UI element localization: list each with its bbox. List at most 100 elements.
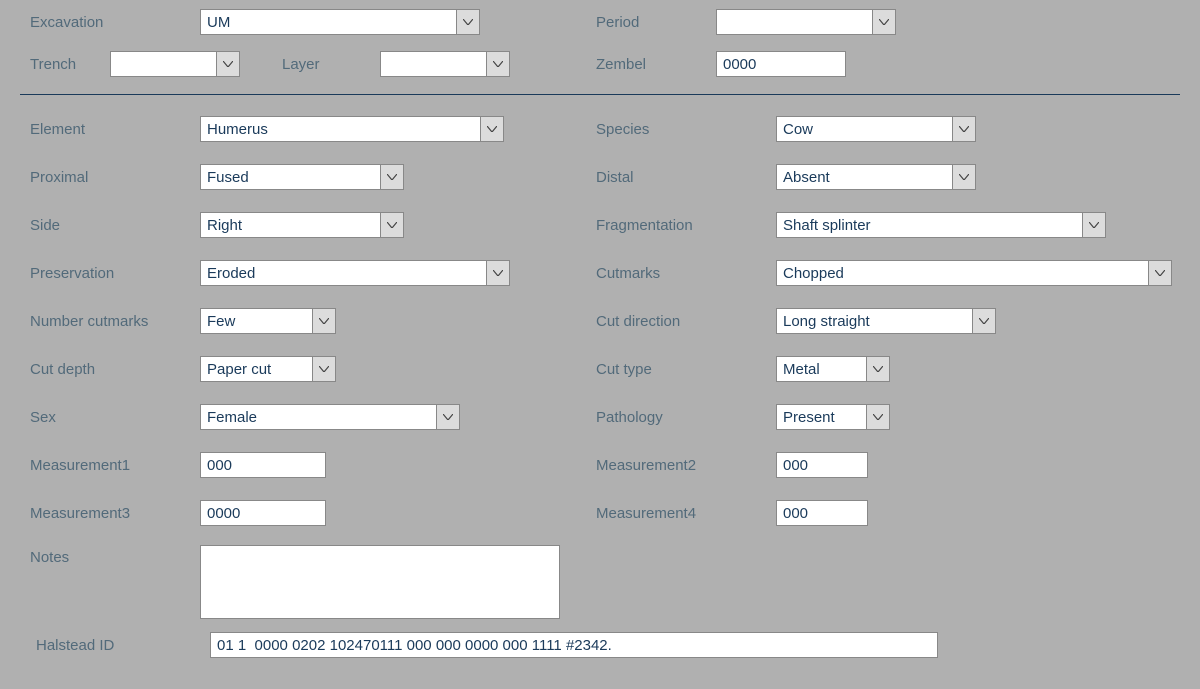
sex-label: Sex	[0, 409, 200, 426]
number-cutmarks-input[interactable]	[200, 308, 312, 334]
zembel-input[interactable]	[716, 51, 846, 77]
fragmentation-label: Fragmentation	[596, 217, 776, 234]
trench-select[interactable]	[110, 51, 240, 77]
cut-type-input[interactable]	[776, 356, 866, 382]
chevron-down-icon	[959, 174, 969, 180]
chevron-down-icon	[959, 126, 969, 132]
chevron-down-icon	[387, 222, 397, 228]
layer-input[interactable]	[380, 51, 486, 77]
element-select[interactable]	[200, 116, 504, 142]
measurement3-label: Measurement3	[0, 505, 200, 522]
trench-input[interactable]	[110, 51, 216, 77]
sex-input[interactable]	[200, 404, 436, 430]
element-dropdown-button[interactable]	[480, 116, 504, 142]
zembel-label: Zembel	[596, 56, 716, 73]
chevron-down-icon	[1155, 270, 1165, 276]
halstead-id-label: Halstead ID	[0, 637, 210, 654]
proximal-input[interactable]	[200, 164, 380, 190]
halstead-id-input[interactable]	[210, 632, 938, 658]
excavation-select[interactable]	[200, 9, 480, 35]
cutmarks-select[interactable]	[776, 260, 1172, 286]
measurement4-label: Measurement4	[596, 505, 776, 522]
proximal-label: Proximal	[0, 169, 200, 186]
distal-select[interactable]	[776, 164, 976, 190]
chevron-down-icon	[1089, 222, 1099, 228]
period-dropdown-button[interactable]	[872, 9, 896, 35]
number-cutmarks-select[interactable]	[200, 308, 336, 334]
period-input[interactable]	[716, 9, 872, 35]
chevron-down-icon	[463, 19, 473, 25]
sex-select[interactable]	[200, 404, 460, 430]
chevron-down-icon	[223, 61, 233, 67]
layer-dropdown-button[interactable]	[486, 51, 510, 77]
distal-input[interactable]	[776, 164, 952, 190]
side-label: Side	[0, 217, 200, 234]
distal-dropdown-button[interactable]	[952, 164, 976, 190]
chevron-down-icon	[873, 366, 883, 372]
measurement3-input[interactable]	[200, 500, 326, 526]
preservation-dropdown-button[interactable]	[486, 260, 510, 286]
element-label: Element	[0, 121, 200, 138]
number-cutmarks-dropdown-button[interactable]	[312, 308, 336, 334]
chevron-down-icon	[319, 366, 329, 372]
species-input[interactable]	[776, 116, 952, 142]
cut-type-dropdown-button[interactable]	[866, 356, 890, 382]
chevron-down-icon	[487, 126, 497, 132]
chevron-down-icon	[873, 414, 883, 420]
cut-direction-label: Cut direction	[596, 313, 776, 330]
excavation-label: Excavation	[0, 14, 200, 31]
proximal-select[interactable]	[200, 164, 404, 190]
cutmarks-input[interactable]	[776, 260, 1148, 286]
chevron-down-icon	[493, 61, 503, 67]
cut-direction-input[interactable]	[776, 308, 972, 334]
period-select[interactable]	[716, 9, 896, 35]
cut-depth-input[interactable]	[200, 356, 312, 382]
species-select[interactable]	[776, 116, 976, 142]
pathology-input[interactable]	[776, 404, 866, 430]
measurement2-input[interactable]	[776, 452, 868, 478]
trench-dropdown-button[interactable]	[216, 51, 240, 77]
species-dropdown-button[interactable]	[952, 116, 976, 142]
side-input[interactable]	[200, 212, 380, 238]
excavation-dropdown-button[interactable]	[456, 9, 480, 35]
cutmarks-dropdown-button[interactable]	[1148, 260, 1172, 286]
chevron-down-icon	[879, 19, 889, 25]
cutmarks-label: Cutmarks	[596, 265, 776, 282]
number-cutmarks-label: Number cutmarks	[0, 313, 200, 330]
measurement4-input[interactable]	[776, 500, 868, 526]
fragmentation-dropdown-button[interactable]	[1082, 212, 1106, 238]
chevron-down-icon	[493, 270, 503, 276]
chevron-down-icon	[387, 174, 397, 180]
fragmentation-input[interactable]	[776, 212, 1082, 238]
side-dropdown-button[interactable]	[380, 212, 404, 238]
distal-label: Distal	[596, 169, 776, 186]
measurement1-label: Measurement1	[0, 457, 200, 474]
trench-label: Trench	[0, 56, 110, 73]
period-label: Period	[596, 14, 716, 31]
cut-type-label: Cut type	[596, 361, 776, 378]
preservation-input[interactable]	[200, 260, 486, 286]
proximal-dropdown-button[interactable]	[380, 164, 404, 190]
cut-type-select[interactable]	[776, 356, 890, 382]
cut-direction-dropdown-button[interactable]	[972, 308, 996, 334]
pathology-select[interactable]	[776, 404, 890, 430]
species-label: Species	[596, 121, 776, 138]
preservation-label: Preservation	[0, 265, 200, 282]
cut-depth-dropdown-button[interactable]	[312, 356, 336, 382]
chevron-down-icon	[979, 318, 989, 324]
excavation-input[interactable]	[200, 9, 456, 35]
fragmentation-select[interactable]	[776, 212, 1106, 238]
sex-dropdown-button[interactable]	[436, 404, 460, 430]
measurement1-input[interactable]	[200, 452, 326, 478]
side-select[interactable]	[200, 212, 404, 238]
notes-input[interactable]	[200, 545, 560, 619]
section-divider	[20, 94, 1180, 95]
preservation-select[interactable]	[200, 260, 510, 286]
cut-direction-select[interactable]	[776, 308, 996, 334]
layer-label: Layer	[240, 56, 380, 73]
element-input[interactable]	[200, 116, 480, 142]
pathology-dropdown-button[interactable]	[866, 404, 890, 430]
pathology-label: Pathology	[596, 409, 776, 426]
cut-depth-select[interactable]	[200, 356, 336, 382]
layer-select[interactable]	[380, 51, 510, 77]
